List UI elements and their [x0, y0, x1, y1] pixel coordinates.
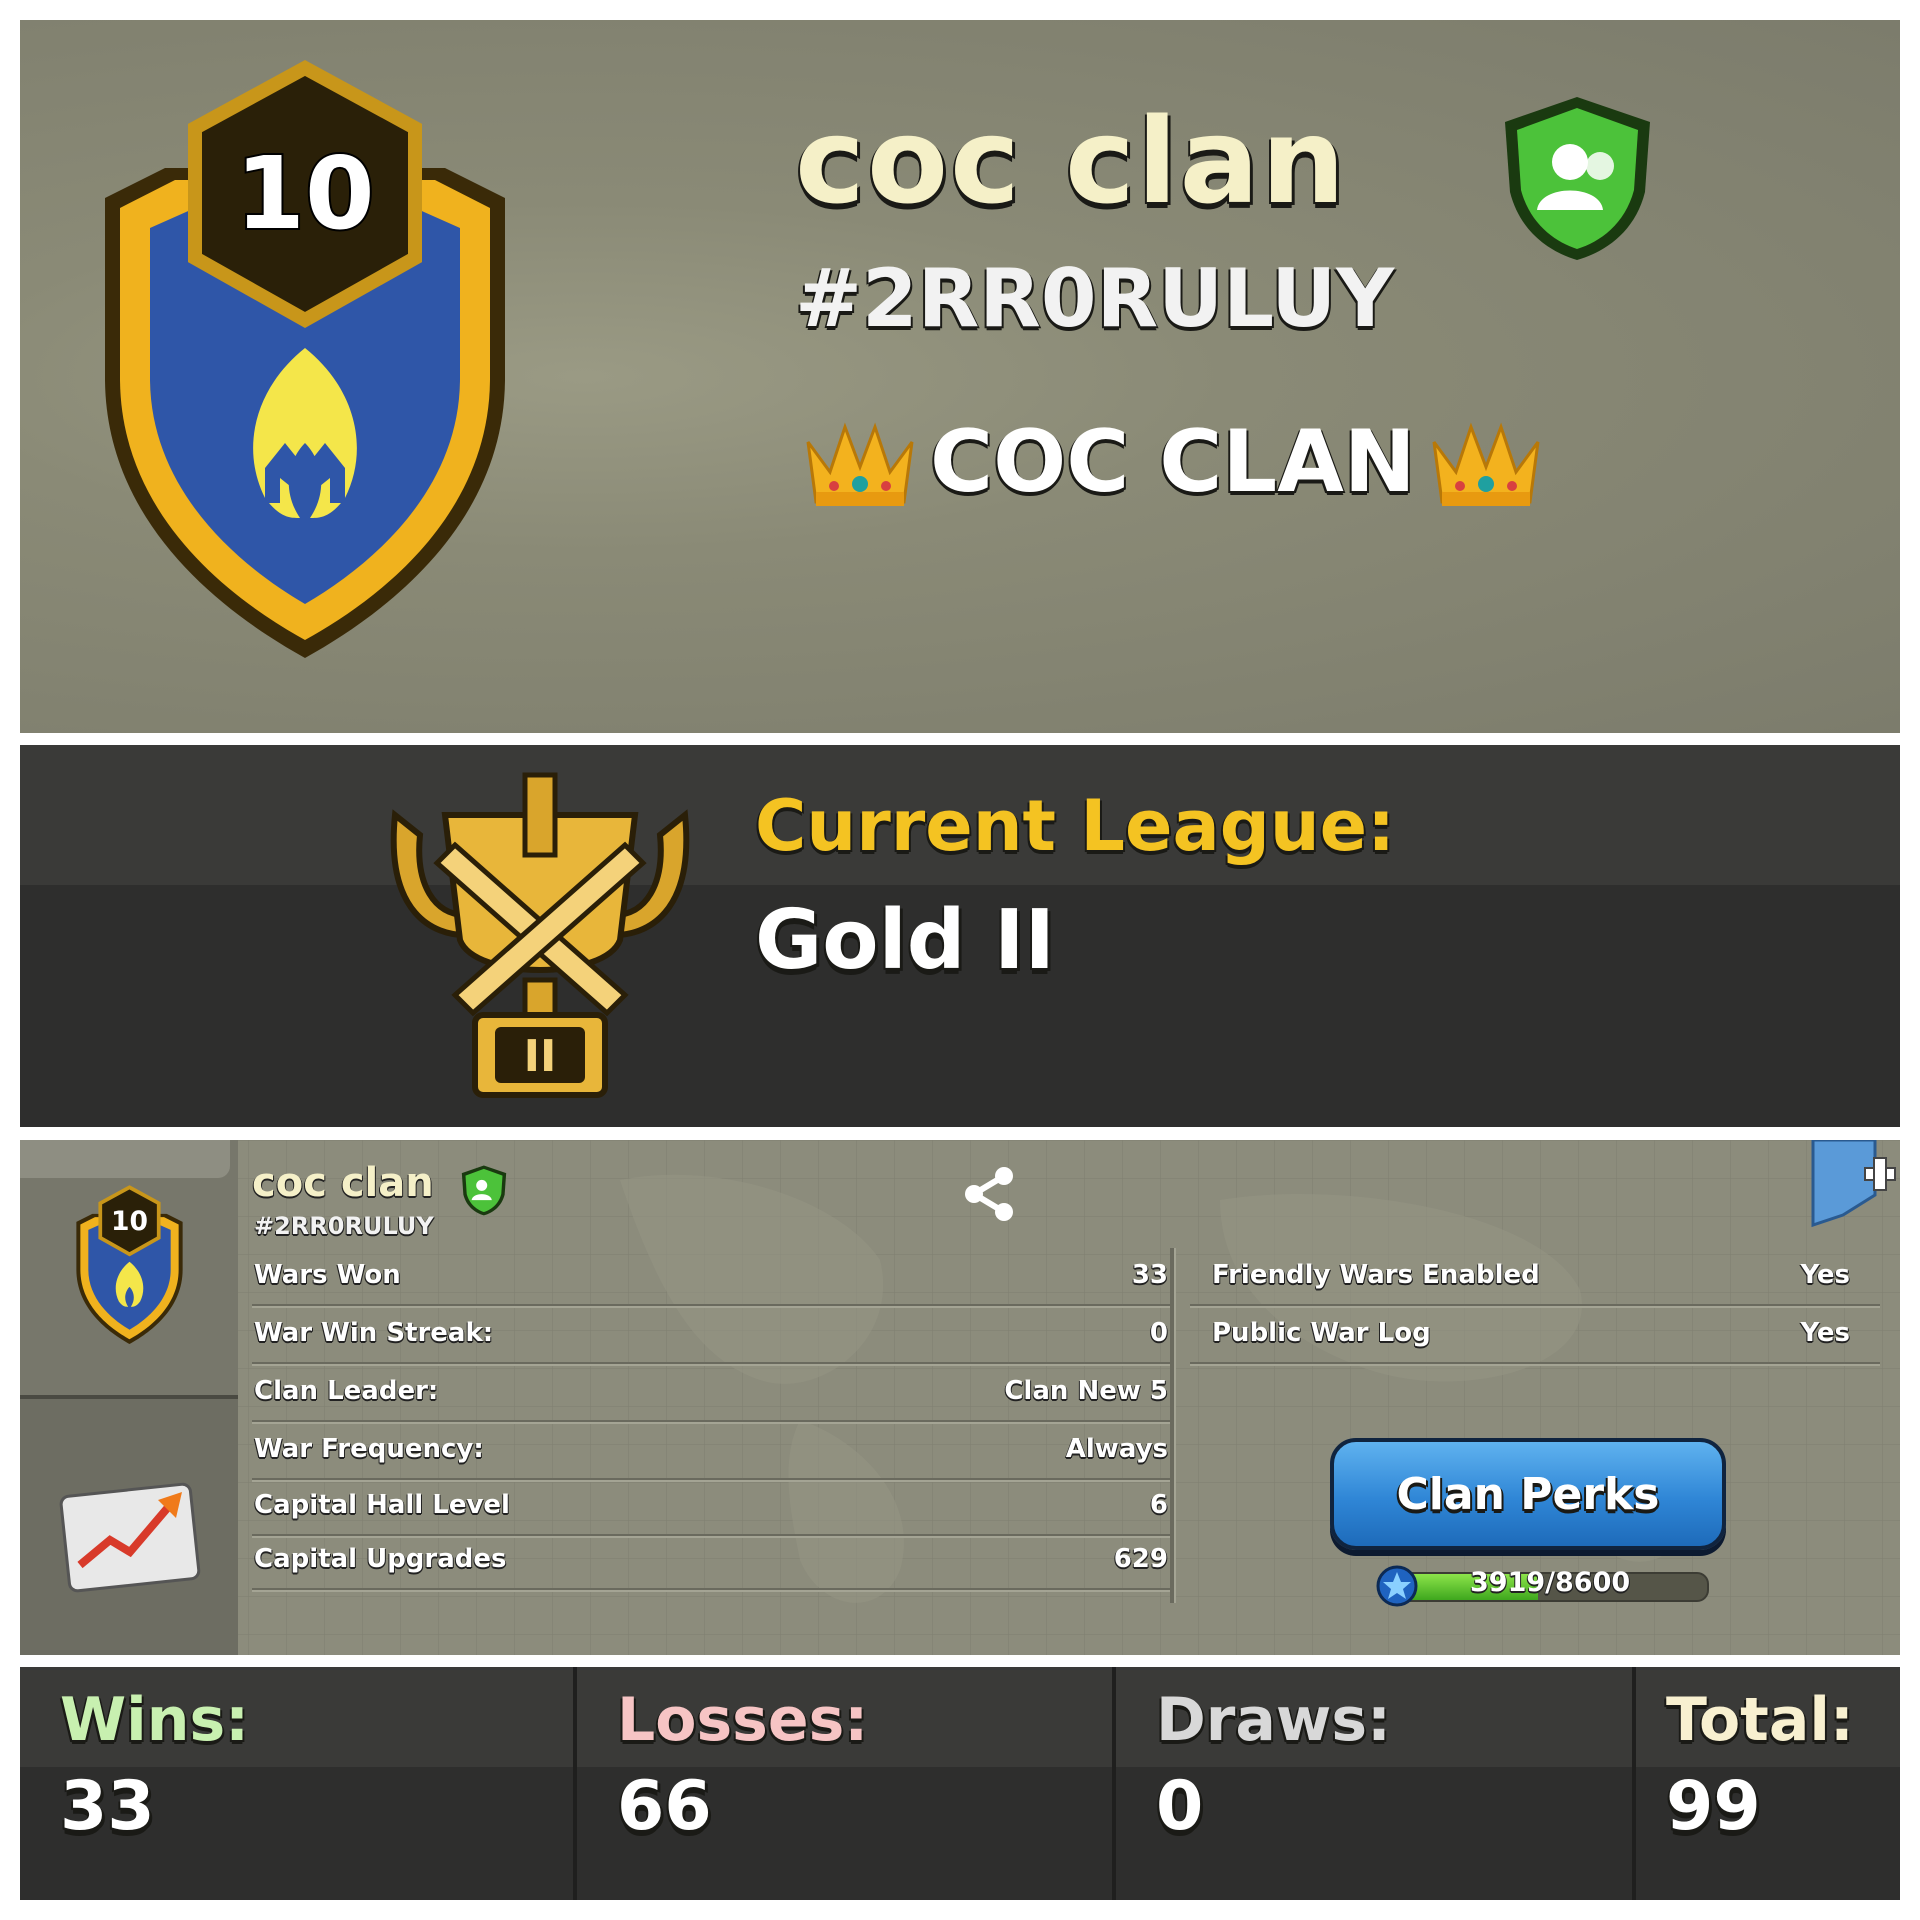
stat-row-war-frequency: War Frequency: Always — [252, 1422, 1170, 1480]
total-value: 99 — [1666, 1767, 1761, 1846]
clan-name: coc clan — [795, 92, 1348, 230]
bookmark-add-icon[interactable] — [1805, 1140, 1900, 1230]
clan-xp-progress-text: 3919/8600 — [1470, 1567, 1631, 1598]
stat-row-win-streak: War Win Streak: 0 — [252, 1306, 1170, 1364]
crown-icon — [1432, 422, 1540, 506]
war-record-panel: Wins: 33 Losses: 66 Draws: 0 Total: 99 — [20, 1667, 1900, 1900]
stat-row-public-war-log: Public War Log Yes — [1190, 1306, 1880, 1364]
total-label: Total: — [1666, 1685, 1854, 1755]
losses-label: Losses: — [617, 1685, 869, 1755]
share-icon[interactable] — [960, 1164, 1020, 1224]
clan-badge-icon: 10 — [105, 60, 505, 658]
clan-description: COC CLAN — [800, 412, 1546, 512]
svg-text:10: 10 — [111, 1206, 148, 1237]
clan-perks-button[interactable]: Clan Perks — [1330, 1438, 1726, 1550]
clan-details-panel: 10 coc clan #2RR0RULUY Wars Won 33 War W… — [20, 1140, 1900, 1655]
draws-value: 0 — [1156, 1767, 1204, 1846]
stat-row-wars-won: Wars Won 33 — [252, 1248, 1170, 1306]
losses-value: 66 — [617, 1767, 712, 1846]
clan-tag-small: #2RR0RULUY — [254, 1212, 434, 1240]
clan-name-small: coc clan — [252, 1160, 434, 1206]
stat-row-friendly-wars: Friendly Wars Enabled Yes — [1190, 1248, 1880, 1306]
verified-shield-icon — [461, 1165, 507, 1216]
verified-shield-icon — [1505, 97, 1650, 260]
crown-icon — [806, 422, 914, 506]
xp-star-icon — [1376, 1565, 1418, 1607]
svg-text:10: 10 — [235, 135, 374, 252]
clan-description-text: COC CLAN — [930, 412, 1416, 512]
draws-stat: Draws: 0 — [1116, 1667, 1636, 1900]
wins-label: Wins: — [60, 1685, 250, 1755]
wins-stat: Wins: 33 — [20, 1667, 575, 1900]
draws-label: Draws: — [1156, 1685, 1392, 1755]
losses-stat: Losses: 66 — [577, 1667, 1112, 1900]
trend-chart-icon[interactable] — [50, 1460, 210, 1600]
clan-header-panel: 10 coc clan #2RR0RULUY COC CLAN — [20, 20, 1900, 733]
league-trophy-icon: II — [390, 772, 690, 1098]
stat-row-capital-hall: Capital Hall Level 6 — [252, 1478, 1170, 1536]
stat-row-capital-upgrades: Capital Upgrades 629 — [252, 1532, 1170, 1590]
sidebar-tab[interactable] — [20, 1140, 230, 1178]
league-name: Gold II — [755, 893, 1056, 988]
clan-tag: #2RR0RULUY — [795, 252, 1395, 345]
clan-perks-label: Clan Perks — [1396, 1468, 1660, 1520]
svg-text:II: II — [524, 1031, 557, 1082]
column-divider — [1170, 1248, 1174, 1603]
total-stat: Total: 99 — [1636, 1667, 1900, 1900]
stat-row-clan-leader: Clan Leader: Clan New 5 — [252, 1364, 1170, 1422]
league-panel: II Current League: Gold II — [20, 745, 1900, 1127]
clan-badge-icon: 10 — [76, 1185, 183, 1345]
wins-value: 33 — [60, 1767, 155, 1846]
league-label: Current League: — [755, 785, 1396, 867]
